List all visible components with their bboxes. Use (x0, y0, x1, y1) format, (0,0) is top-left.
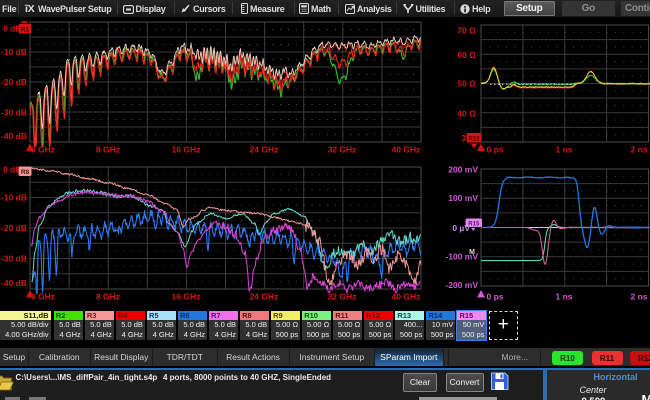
svg-text:-30 dB: -30 dB (1, 254, 27, 264)
svg-text:60 Ω: 60 Ω (457, 50, 476, 60)
svg-text:-200 mV: -200 mV (445, 280, 478, 290)
svg-text:16 GHz: 16 GHz (172, 292, 201, 302)
svg-text:40 GHz: 40 GHz (392, 292, 421, 302)
svg-text:8 GHz: 8 GHz (96, 292, 120, 302)
svg-text:-30 dB: -30 dB (1, 108, 27, 118)
svg-text:0 GHz: 0 GHz (31, 292, 55, 302)
svg-text:32 GHz: 32 GHz (328, 292, 357, 302)
svg-text:-40 dB: -40 dB (1, 131, 27, 141)
svg-text:-10 dB: -10 dB (1, 193, 27, 203)
svg-text:24 GHz: 24 GHz (250, 145, 279, 155)
svg-text:50 Ω: 50 Ω (457, 79, 476, 89)
svg-text:3: 3 (461, 133, 466, 143)
svg-text:R12: R12 (468, 137, 480, 143)
svg-text:100 mV: 100 mV (448, 193, 478, 203)
svg-text:-20 dB: -20 dB (1, 223, 27, 233)
svg-text:1 ns: 1 ns (555, 292, 572, 302)
svg-text:32 GHz: 32 GHz (328, 145, 357, 155)
svg-text:R15: R15 (468, 222, 480, 228)
svg-text:1 ns: 1 ns (555, 145, 572, 155)
svg-text:-20 dB: -20 dB (1, 77, 27, 87)
svg-text:2 ns: 2 ns (630, 145, 647, 155)
svg-text:2 ns: 2 ns (630, 292, 647, 302)
svg-text:70 Ω: 70 Ω (457, 26, 476, 36)
svg-text:24 GHz: 24 GHz (250, 292, 279, 302)
svg-text:40 Ω: 40 Ω (457, 109, 476, 119)
svg-text:40 GHz: 40 GHz (392, 145, 421, 155)
svg-text:0 ps: 0 ps (486, 292, 503, 302)
svg-text:0 GHz: 0 GHz (31, 145, 55, 155)
svg-text:M: M (469, 249, 475, 256)
svg-text:-10 dB: -10 dB (1, 47, 27, 57)
svg-text:0 ps: 0 ps (486, 145, 503, 155)
svg-text:16 GHz: 16 GHz (172, 145, 201, 155)
svg-text:R1: R1 (21, 27, 30, 34)
svg-text:R8: R8 (21, 169, 30, 176)
svg-text:-40 dB: -40 dB (1, 278, 27, 288)
svg-text:8 GHz: 8 GHz (96, 145, 120, 155)
svg-text:200 mV: 200 mV (448, 165, 478, 175)
